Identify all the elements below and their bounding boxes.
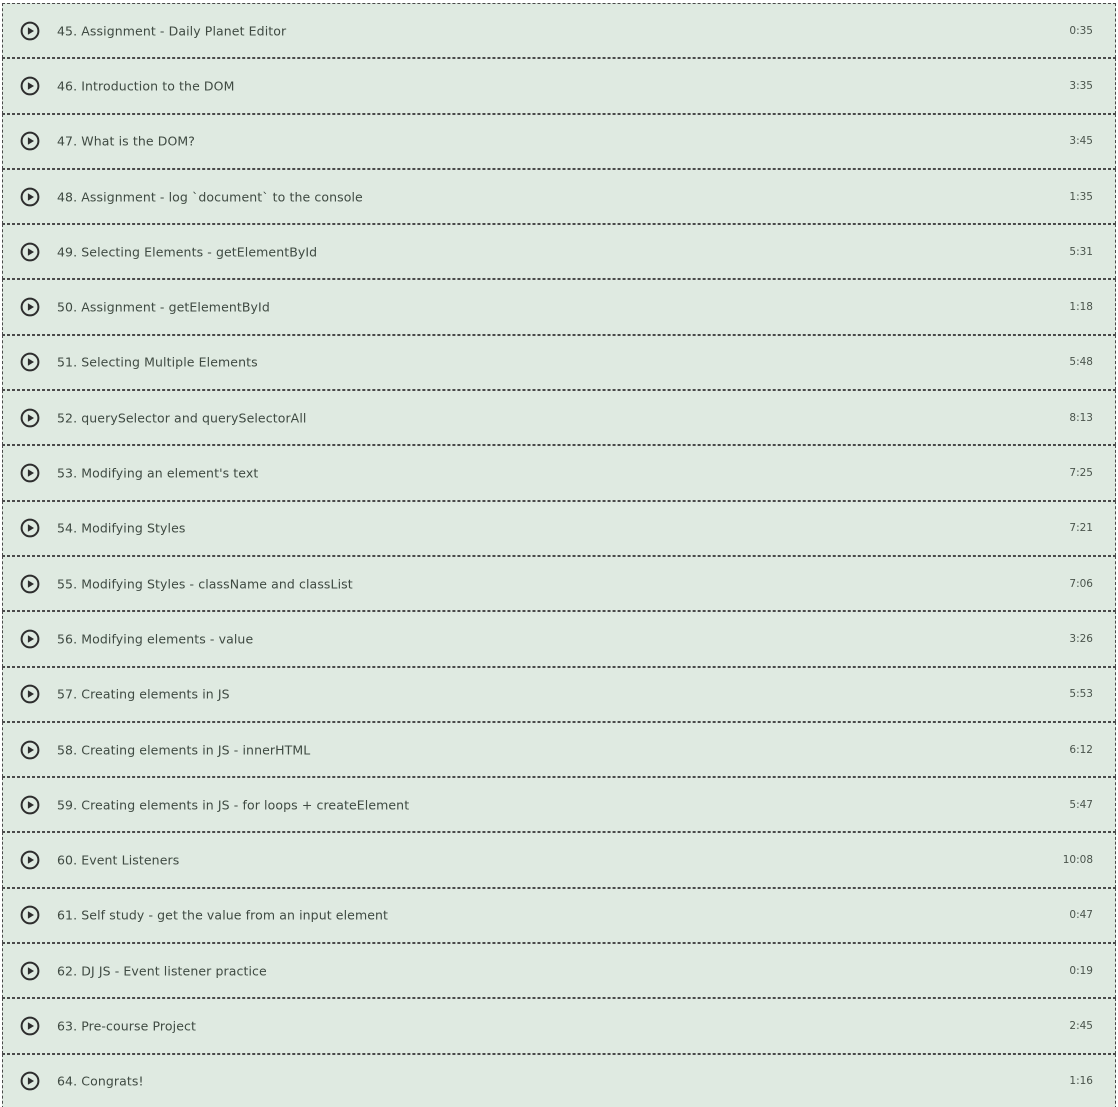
play-circle-icon[interactable] [20,187,40,207]
lesson-title: 55. Modifying Styles - className and cla… [57,576,353,592]
play-circle-icon[interactable] [20,850,40,870]
play-circle-icon[interactable] [20,740,40,760]
lesson-duration: 3:26 [1069,632,1093,645]
lesson-title: 46. Introduction to the DOM [57,78,235,94]
play-circle-icon[interactable] [20,629,40,649]
play-circle-icon[interactable] [20,297,40,317]
lesson-title: 63. Pre-course Project [57,1018,196,1034]
lesson-row[interactable]: 50. Assignment - getElementById 1:18 [2,279,1116,335]
lesson-row[interactable]: 60. Event Listeners 10:08 [2,832,1116,888]
play-circle-icon[interactable] [20,131,40,151]
lesson-row[interactable]: 61. Self study - get the value from an i… [2,887,1116,944]
lesson-row[interactable]: 48. Assignment - log `document` to the c… [2,168,1116,225]
lesson-row[interactable]: 49. Selecting Elements - getElementById … [2,224,1116,280]
play-circle-icon[interactable] [20,408,40,428]
lesson-title: 57. Creating elements in JS [57,686,230,702]
play-circle-icon[interactable] [20,76,40,96]
lesson-row[interactable]: 56. Modifying elements - value 3:26 [2,611,1116,667]
lesson-title: 62. DJ JS - Event listener practice [57,963,267,979]
play-circle-icon[interactable] [20,1071,40,1091]
lesson-duration: 0:47 [1069,909,1093,922]
lesson-row[interactable]: 45. Assignment - Daily Planet Editor 0:3… [2,3,1116,59]
lesson-row[interactable]: 57. Creating elements in JS 5:53 [2,666,1116,722]
play-circle-icon[interactable] [20,574,40,594]
lesson-title: 64. Congrats! [57,1073,144,1089]
lesson-duration: 7:06 [1069,577,1093,590]
lesson-duration: 6:12 [1069,743,1093,756]
lesson-row[interactable]: 54. Modifying Styles 7:21 [2,500,1116,556]
play-circle-icon[interactable] [20,961,40,981]
lesson-title: 48. Assignment - log `document` to the c… [57,189,363,205]
lesson-row[interactable]: 46. Introduction to the DOM 3:35 [2,58,1116,114]
lesson-title: 45. Assignment - Daily Planet Editor [57,23,287,39]
lesson-title: 59. Creating elements in JS - for loops … [57,797,410,813]
lesson-title: 58. Creating elements in JS - innerHTML [57,742,311,757]
lesson-row[interactable]: 64. Congrats! 1:16 [2,1053,1116,1107]
lesson-row[interactable]: 47. What is the DOM? 3:45 [2,113,1116,169]
lesson-title: 47. What is the DOM? [57,133,195,149]
lesson-title: 54. Modifying Styles [57,520,186,536]
lesson-row[interactable]: 51. Selecting Multiple Elements 5:48 [2,334,1116,391]
lesson-title: 61. Self study - get the value from an i… [57,907,389,923]
lesson-duration: 7:21 [1069,522,1093,535]
play-circle-icon[interactable] [20,905,40,925]
lesson-title: 52. querySelector and querySelectorAll [57,410,307,426]
lesson-row[interactable]: 63. Pre-course Project 2:45 [2,998,1116,1054]
lesson-row[interactable]: 58. Creating elements in JS - innerHTML … [2,721,1116,778]
lesson-duration: 3:45 [1069,135,1093,148]
lesson-duration: 1:35 [1069,190,1093,203]
lesson-duration: 1:16 [1069,1075,1093,1088]
play-circle-icon[interactable] [20,21,40,41]
lesson-list: 45. Assignment - Daily Planet Editor 0:3… [0,0,1118,1107]
lesson-row[interactable]: 62. DJ JS - Event listener practice 0:19 [2,943,1116,999]
lesson-row[interactable]: 59. Creating elements in JS - for loops … [2,777,1116,833]
play-circle-icon[interactable] [20,795,40,815]
lesson-duration: 0:19 [1069,964,1093,977]
play-circle-icon[interactable] [20,1016,40,1036]
lesson-title: 56. Modifying elements - value [57,631,254,647]
play-circle-icon[interactable] [20,242,40,262]
play-circle-icon[interactable] [20,352,40,372]
lesson-title: 53. Modifying an element's text [57,465,259,481]
play-circle-icon[interactable] [20,518,40,538]
lesson-duration: 2:45 [1069,1019,1093,1032]
play-circle-icon[interactable] [20,463,40,483]
lesson-duration: 0:35 [1069,24,1093,37]
lesson-title: 51. Selecting Multiple Elements [57,354,258,370]
lesson-title: 50. Assignment - getElementById [57,299,270,315]
lesson-duration: 5:31 [1069,245,1093,258]
lesson-duration: 7:25 [1069,467,1093,480]
lesson-duration: 5:48 [1069,356,1093,369]
lesson-duration: 3:35 [1069,79,1093,92]
lesson-duration: 5:53 [1069,688,1093,701]
lesson-duration: 8:13 [1069,411,1093,424]
lesson-duration: 1:18 [1069,301,1093,314]
lesson-duration: 5:47 [1069,798,1093,811]
lesson-title: 60. Event Listeners [57,852,180,868]
lesson-row[interactable]: 55. Modifying Styles - className and cla… [2,555,1116,612]
play-circle-icon[interactable] [20,684,40,704]
lesson-row[interactable]: 52. querySelector and querySelectorAll 8… [2,390,1116,446]
lesson-title: 49. Selecting Elements - getElementById [57,244,318,260]
lesson-row[interactable]: 53. Modifying an element's text 7:25 [2,445,1116,501]
lesson-duration: 10:08 [1062,854,1093,867]
